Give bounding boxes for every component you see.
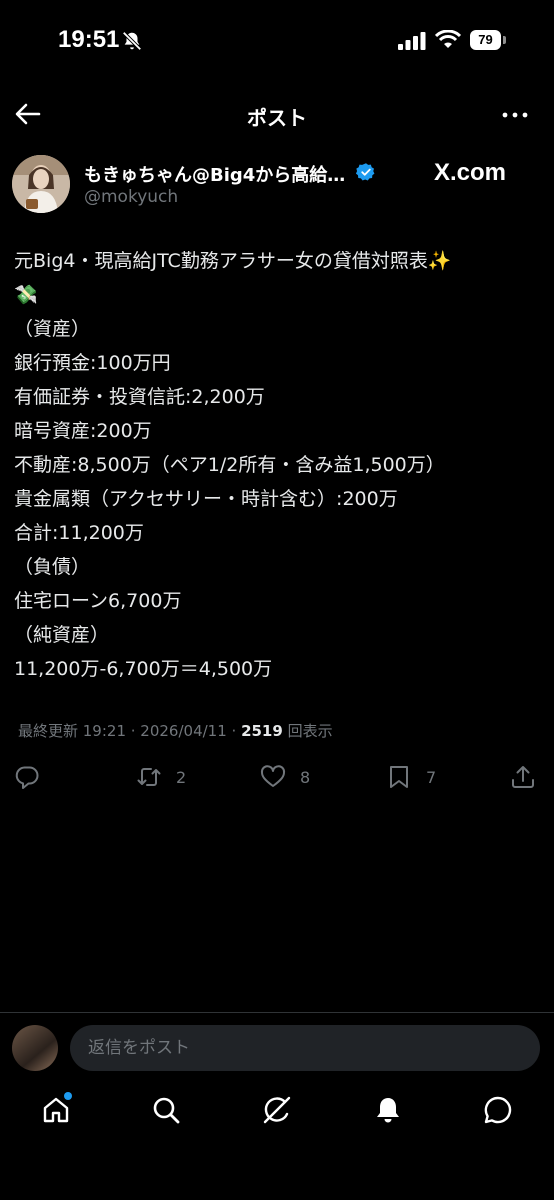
battery-level: 79	[470, 30, 501, 50]
bookmark-button[interactable]: 7	[386, 760, 436, 794]
retweet-count: 2	[176, 767, 187, 787]
search-icon	[153, 1097, 180, 1124]
tab-grok[interactable]	[257, 1090, 297, 1130]
page-title: ポスト	[247, 106, 307, 130]
retweet-icon	[137, 768, 161, 786]
more-icon[interactable]	[500, 100, 530, 130]
divider	[0, 1012, 554, 1013]
notification-dot	[64, 1092, 72, 1100]
action-bar: 2 8 7	[0, 760, 554, 796]
signal-icon	[398, 32, 426, 50]
author-handle[interactable]: @mokyuch	[84, 187, 178, 207]
like-count: 8	[300, 767, 311, 787]
reply-input[interactable]: 返信をポスト	[70, 1025, 540, 1071]
reply-avatar[interactable]	[12, 1025, 58, 1071]
status-time: 19:51	[58, 26, 120, 53]
retweet-button[interactable]: 2	[136, 760, 186, 794]
tab-home[interactable]	[36, 1090, 76, 1130]
post-line: 合計:11,200万	[14, 522, 144, 544]
post-line: 元Big4・現高給JTC勤務アラサー女の貸借対照表✨	[14, 250, 452, 272]
messages-icon	[484, 1096, 512, 1124]
verified-badge-icon	[356, 163, 375, 181]
post-author: もきゅちゃん@Big4から高給… @mokyuch X.com	[12, 155, 542, 215]
post-timestamp: 最終更新 19:21 · 2026/04/11 ·	[18, 722, 242, 740]
post-meta: 最終更新 19:21 · 2026/04/11 · 2519 回表示	[18, 720, 333, 741]
share-icon	[512, 766, 534, 788]
wifi-icon	[435, 30, 461, 48]
nav-header: ポスト	[0, 88, 554, 142]
post-line: 11,200万-6,700万＝4,500万	[14, 658, 273, 680]
share-button[interactable]	[510, 760, 536, 794]
post-line: （純資産）	[14, 624, 110, 646]
post-line: 暗号資産:200万	[14, 420, 152, 442]
post-line: 住宅ローン6,700万	[14, 590, 182, 612]
bell-off-icon	[122, 31, 142, 51]
bookmark-count: 7	[426, 767, 437, 787]
post-line: 不動産:8,500万（ペア1/2所有・含み益1,500万）	[14, 454, 445, 476]
watermark: X.com	[434, 159, 507, 186]
tab-search[interactable]	[146, 1090, 186, 1130]
view-label: 回表示	[282, 722, 333, 740]
tab-notifications[interactable]	[368, 1090, 408, 1130]
notifications-icon	[377, 1098, 399, 1123]
battery-icon: 79	[470, 30, 508, 52]
grok-icon	[263, 1096, 291, 1124]
post-line: 💸	[14, 284, 38, 306]
post-line: （負債）	[14, 556, 91, 578]
post-line: 有価証券・投資信託:2,200万	[14, 386, 265, 408]
tab-bar	[0, 1090, 554, 1146]
post-text: 元Big4・現高給JTC勤務アラサー女の貸借対照表✨ 💸 （資産） 銀行預金:1…	[14, 244, 544, 686]
post-line: 銀行預金:100万円	[14, 352, 171, 374]
status-bar: 19:51 79	[0, 0, 554, 80]
tab-messages[interactable]	[478, 1090, 518, 1130]
like-button[interactable]: 8	[260, 760, 310, 794]
like-icon	[260, 765, 286, 787]
view-count: 2519	[241, 722, 283, 740]
reply-button[interactable]	[14, 760, 40, 794]
avatar[interactable]	[12, 155, 70, 213]
bookmark-icon	[390, 766, 408, 788]
author-name[interactable]: もきゅちゃん@Big4から高給…	[84, 161, 345, 187]
post-line: （資産）	[14, 318, 91, 340]
reply-icon	[15, 766, 39, 789]
post-line: 貴金属類（アクセサリー・時計含む）:200万	[14, 488, 398, 510]
